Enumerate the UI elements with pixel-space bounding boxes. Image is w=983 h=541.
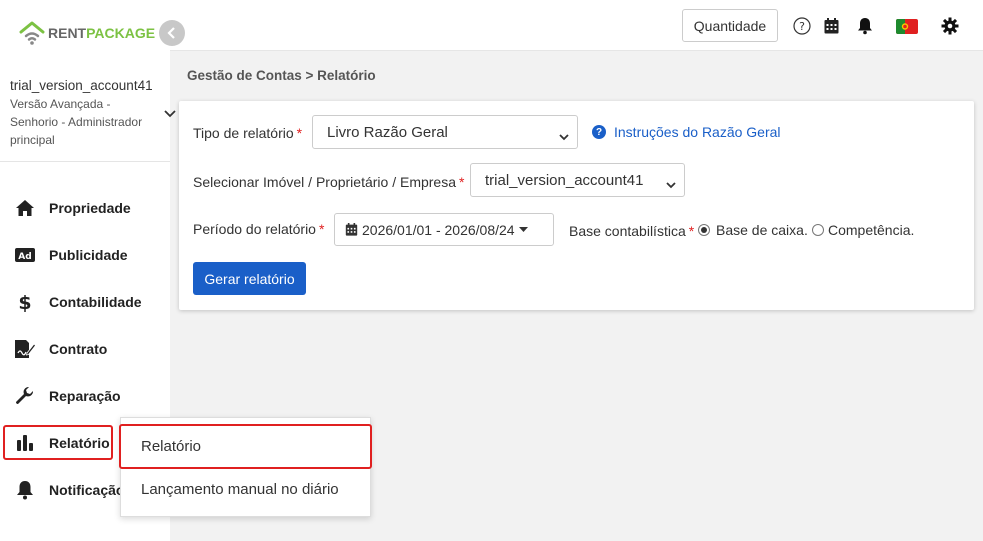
sidebar-selected-highlight — [3, 425, 113, 460]
question-circle-icon[interactable]: ? — [592, 125, 606, 139]
chevron-left-icon — [167, 27, 175, 39]
dollar-icon: $ — [14, 291, 36, 313]
sidebar-divider — [0, 161, 170, 162]
period-value: 2026/01/01 - 2026/08/24 — [362, 221, 515, 238]
sidebar-item-label: Publicidade — [49, 247, 128, 263]
accounting-basis-label-text: Base contabilística — [569, 223, 686, 239]
quantity-button[interactable]: Quantidade — [682, 9, 778, 42]
report-form-card: Tipo de relatório * Livro Razão Geral ? I… — [179, 101, 974, 310]
account-role-line3: principal — [10, 133, 55, 147]
sidebar-item-contrato[interactable]: Contrato — [14, 334, 107, 364]
svg-text:?: ? — [799, 20, 805, 33]
sidebar-item-publicidade[interactable]: Ad Publicidade — [14, 240, 128, 270]
report-period-label: Período do relatório * — [193, 221, 324, 237]
select-entity-label-text: Selecionar Imóvel / Proprietário / Empre… — [193, 174, 456, 190]
brand-name: RENTPACKAGE — [48, 25, 155, 41]
accounting-basis-label: Base contabilística * — [569, 223, 694, 239]
sidebar-item-label: Propriedade — [49, 200, 131, 216]
account-name: trial_version_account41 — [10, 78, 153, 93]
sidebar-item-label: Notificação — [49, 482, 125, 498]
help-circle-icon[interactable]: ? — [792, 16, 812, 36]
brand-name-part1: RENT — [48, 25, 87, 41]
wrench-icon — [14, 385, 36, 407]
accrual-radio[interactable] — [812, 224, 824, 236]
contract-icon — [14, 338, 36, 360]
report-type-value: Livro Razão Geral — [327, 123, 448, 141]
brand-name-part2: PACKAGE — [86, 25, 156, 41]
select-entity-label: Selecionar Imóvel / Proprietário / Empre… — [193, 174, 464, 190]
submenu-item-manual-journal[interactable]: Lançamento manual no diário — [141, 481, 339, 498]
entity-value: trial_version_account41 — [485, 171, 644, 189]
chevron-down-icon[interactable] — [164, 106, 176, 118]
sidebar-item-label: Reparação — [49, 388, 121, 404]
account-info: trial_version_account41 Versão Avançada … — [10, 78, 170, 149]
ad-icon: Ad — [14, 244, 36, 266]
top-bar: Quantidade ? — [170, 0, 983, 51]
cash-basis-radio[interactable] — [698, 224, 710, 236]
cash-basis-label[interactable]: Base de caixa. — [716, 222, 808, 238]
bell-icon — [14, 479, 36, 501]
report-type-label-text: Tipo de relatório — [193, 125, 294, 141]
entity-select[interactable]: trial_version_account41 — [470, 163, 685, 197]
sidebar-item-label: Contrato — [49, 341, 108, 357]
sidebar-item-contabilidade[interactable]: $ Contabilidade — [14, 287, 142, 317]
sidebar-item-propriedade[interactable]: Propriedade — [14, 193, 131, 223]
sidebar-item-reparacao[interactable]: Reparação — [14, 381, 121, 411]
report-type-select[interactable]: Livro Razão Geral — [312, 115, 578, 149]
portugal-flag-icon[interactable] — [896, 16, 918, 36]
sidebar-item-label: Contabilidade — [49, 294, 142, 310]
bell-icon[interactable] — [855, 16, 875, 36]
report-type-label: Tipo de relatório * — [193, 125, 302, 141]
required-mark: * — [318, 221, 325, 237]
chevron-down-icon — [666, 176, 676, 189]
required-mark: * — [296, 125, 303, 141]
account-role-line1: Versão Avançada - — [10, 97, 111, 111]
svg-text:$: $ — [18, 292, 31, 312]
sidebar-item-notificacao[interactable]: Notificação — [14, 475, 124, 505]
required-mark: * — [688, 223, 695, 239]
report-period-label-text: Período do relatório — [193, 221, 316, 237]
account-role: Versão Avançada - Senhorio - Administrad… — [10, 95, 155, 149]
gear-icon[interactable] — [940, 16, 960, 36]
required-mark: * — [459, 174, 465, 190]
brand-logo[interactable]: RENTPACKAGE — [18, 20, 155, 46]
report-submenu: Relatório Lançamento manual no diário — [119, 417, 372, 517]
svg-text:Ad: Ad — [18, 252, 31, 262]
wifi-house-logo-icon — [18, 20, 46, 46]
submenu-selected-highlight — [119, 424, 372, 469]
sidebar-collapse-button[interactable] — [159, 20, 185, 46]
breadcrumb: Gestão de Contas > Relatório — [187, 68, 376, 83]
account-role-line2: Senhorio - Administrador — [10, 115, 143, 129]
calendar-icon[interactable] — [821, 16, 841, 36]
ledger-instructions-link[interactable]: Instruções do Razão Geral — [614, 124, 781, 140]
accrual-label[interactable]: Competência. — [828, 222, 914, 238]
caret-down-icon — [518, 226, 528, 233]
chevron-down-icon — [559, 128, 569, 141]
date-range-picker[interactable]: 2026/01/01 - 2026/08/24 — [334, 213, 554, 246]
calendar-icon — [345, 223, 358, 236]
generate-report-button[interactable]: Gerar relatório — [193, 262, 306, 295]
home-icon — [14, 197, 36, 219]
